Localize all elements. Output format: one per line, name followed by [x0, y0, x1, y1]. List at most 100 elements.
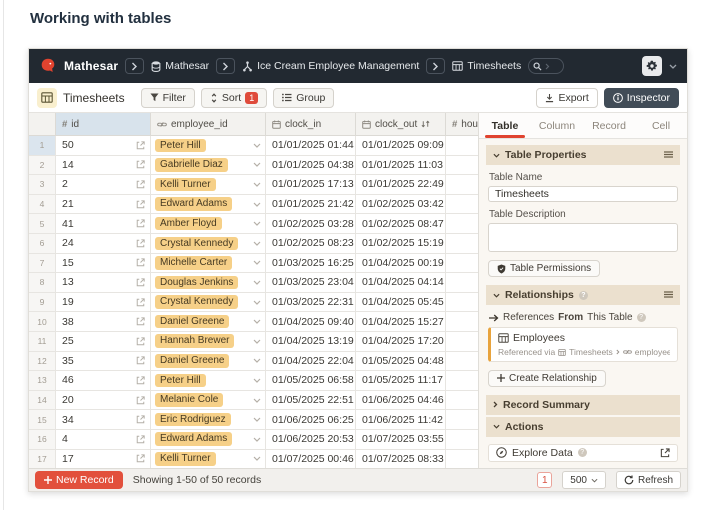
hours-cell[interactable]	[446, 312, 478, 331]
open-record-icon[interactable]	[136, 278, 145, 287]
id-cell[interactable]: 14	[56, 156, 151, 175]
chevron-down-icon[interactable]	[253, 437, 261, 442]
id-cell[interactable]: 2	[56, 175, 151, 194]
clock-in-cell[interactable]: 01/01/2025 04:38	[266, 156, 356, 175]
employee-cell[interactable]: Kelli Turner	[151, 450, 266, 469]
table-name-input[interactable]	[488, 186, 678, 202]
tab-table[interactable]: Table	[479, 113, 531, 138]
clock-in-cell[interactable]: 01/01/2025 01:44	[266, 136, 356, 155]
hours-cell[interactable]	[446, 371, 478, 390]
row-number-header[interactable]	[29, 113, 56, 135]
clock-in-cell[interactable]: 01/03/2025 16:25	[266, 254, 356, 273]
clock-out-cell[interactable]: 01/04/2025 00:19	[356, 254, 446, 273]
breadcrumb-separator-icon[interactable]	[125, 58, 144, 74]
clock-out-cell[interactable]: 01/04/2025 17:20	[356, 332, 446, 351]
column-header-hours[interactable]: # hours	[446, 113, 478, 135]
open-record-icon[interactable]	[136, 415, 145, 424]
record-pill[interactable]: Hannah Brewer	[155, 334, 234, 348]
chevron-down-icon[interactable]	[253, 143, 261, 148]
hours-cell[interactable]	[446, 410, 478, 429]
employee-cell[interactable]: Melanie Cole	[151, 391, 266, 410]
employee-cell[interactable]: Michelle Carter	[151, 254, 266, 273]
column-header-clock-out[interactable]: clock_out	[356, 113, 446, 135]
record-pill[interactable]: Eric Rodriguez	[155, 413, 231, 427]
breadcrumb-separator-icon[interactable]	[426, 58, 445, 74]
help-icon[interactable]: ?	[637, 313, 646, 322]
section-table-properties[interactable]: Table Properties	[486, 145, 680, 165]
column-header-clock-in[interactable]: clock_in	[266, 113, 356, 135]
hours-cell[interactable]	[446, 234, 478, 253]
clock-out-cell[interactable]: 01/07/2025 03:55	[356, 430, 446, 449]
clock-in-cell[interactable]: 01/01/2025 17:13	[266, 175, 356, 194]
clock-in-cell[interactable]: 01/03/2025 22:31	[266, 293, 356, 312]
open-record-icon[interactable]	[136, 454, 145, 463]
id-cell[interactable]: 46	[56, 371, 151, 390]
settings-button[interactable]	[642, 56, 662, 76]
hours-cell[interactable]	[446, 332, 478, 351]
employee-cell[interactable]: Gabrielle Diaz	[151, 156, 266, 175]
row-number-cell[interactable]: 10	[29, 312, 56, 331]
chevron-down-icon[interactable]	[253, 456, 261, 461]
clock-out-cell[interactable]: 01/05/2025 11:17	[356, 371, 446, 390]
open-record-icon[interactable]	[136, 376, 145, 385]
hours-cell[interactable]	[446, 352, 478, 371]
filter-button[interactable]: Filter	[141, 88, 195, 108]
clock-in-cell[interactable]: 01/02/2025 03:28	[266, 214, 356, 233]
row-number-cell[interactable]: 12	[29, 352, 56, 371]
clock-in-cell[interactable]: 01/04/2025 22:04	[266, 352, 356, 371]
id-cell[interactable]: 25	[56, 332, 151, 351]
record-pill[interactable]: Daniel Greene	[155, 315, 229, 329]
chevron-down-icon[interactable]	[253, 319, 261, 324]
open-record-icon[interactable]	[136, 180, 145, 189]
record-pill[interactable]: Edward Adams	[155, 432, 232, 446]
table-description-input[interactable]	[488, 223, 678, 253]
chevron-down-icon[interactable]	[253, 221, 261, 226]
employee-cell[interactable]: Eric Rodriguez	[151, 410, 266, 429]
chevron-down-icon[interactable]	[253, 241, 261, 246]
clock-out-cell[interactable]: 01/01/2025 11:03	[356, 156, 446, 175]
breadcrumb-table[interactable]: Timesheets	[452, 60, 521, 72]
record-pill[interactable]: Crystal Kennedy	[155, 237, 238, 251]
help-icon[interactable]: ?	[578, 448, 587, 457]
clock-out-cell[interactable]: 01/06/2025 04:46	[356, 391, 446, 410]
group-button[interactable]: Group	[273, 88, 334, 108]
clock-out-cell[interactable]: 01/05/2025 04:48	[356, 352, 446, 371]
id-cell[interactable]: 38	[56, 312, 151, 331]
new-record-button[interactable]: New Record	[35, 471, 123, 489]
clock-out-cell[interactable]: 01/02/2025 15:19	[356, 234, 446, 253]
open-record-icon[interactable]	[136, 141, 145, 150]
id-cell[interactable]: 17	[56, 450, 151, 469]
section-record-summary[interactable]: Record Summary	[486, 395, 680, 415]
row-number-cell[interactable]: 9	[29, 293, 56, 312]
employee-cell[interactable]: Douglas Jenkins	[151, 273, 266, 292]
record-pill[interactable]: Edward Adams	[155, 197, 232, 211]
id-cell[interactable]: 24	[56, 234, 151, 253]
column-header-employee-id[interactable]: employee_id	[151, 113, 266, 135]
section-relationships[interactable]: Relationships ?	[486, 285, 680, 305]
record-pill[interactable]: Kelli Turner	[155, 178, 216, 192]
row-number-cell[interactable]: 7	[29, 254, 56, 273]
open-record-icon[interactable]	[136, 160, 145, 169]
employee-cell[interactable]: Amber Floyd	[151, 214, 266, 233]
clock-in-cell[interactable]: 01/03/2025 23:04	[266, 273, 356, 292]
employee-cell[interactable]: Peter Hill	[151, 371, 266, 390]
clock-in-cell[interactable]: 01/06/2025 20:53	[266, 430, 356, 449]
explore-data-button[interactable]: Explore Data ?	[488, 444, 678, 462]
row-number-cell[interactable]: 5	[29, 214, 56, 233]
chevron-down-icon[interactable]	[253, 202, 261, 207]
row-number-cell[interactable]: 14	[29, 391, 56, 410]
record-pill[interactable]: Peter Hill	[155, 374, 206, 388]
chevron-down-icon[interactable]	[669, 64, 677, 69]
section-actions[interactable]: Actions	[486, 417, 680, 437]
employee-cell[interactable]: Kelli Turner	[151, 175, 266, 194]
hours-cell[interactable]	[446, 195, 478, 214]
chevron-down-icon[interactable]	[253, 182, 261, 187]
page-number[interactable]: 1	[537, 472, 552, 488]
employee-cell[interactable]: Daniel Greene	[151, 352, 266, 371]
id-cell[interactable]: 19	[56, 293, 151, 312]
row-number-cell[interactable]: 17	[29, 450, 56, 469]
collapse-all-icon[interactable]	[664, 151, 673, 159]
chevron-down-icon[interactable]	[253, 162, 261, 167]
record-pill[interactable]: Peter Hill	[155, 139, 206, 153]
id-cell[interactable]: 50	[56, 136, 151, 155]
